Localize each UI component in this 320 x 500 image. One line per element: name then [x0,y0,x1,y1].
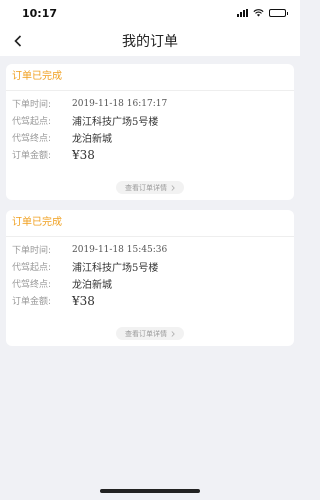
amount-label: 订单金额: [12,151,52,161]
order-time-value: 2019-11-18 16:17:17 [72,98,168,109]
amount-row: 订单金额: ¥38 [12,146,288,163]
order-card[interactable]: 订单已完成 下单时间: 2019-11-18 15:45:36 代驾起点: 浦江… [6,210,294,346]
signal-icon [237,9,248,17]
chevron-left-icon [14,35,22,47]
start-row: 代驾起点: 浦江科技广场5号楼 [12,258,288,275]
order-status: 订单已完成 [6,210,294,237]
order-status: 订单已完成 [6,64,294,91]
start-label: 代驾起点: [12,117,52,127]
chevron-right-icon [171,330,175,337]
view-order-detail-button[interactable]: 查看订单详情 [116,181,184,194]
end-label: 代驾终点: [12,280,52,290]
view-order-detail-label: 查看订单详情 [125,329,167,338]
order-card[interactable]: 订单已完成 下单时间: 2019-11-18 16:17:17 代驾起点: 浦江… [6,64,294,200]
end-label: 代驾终点: [12,134,52,144]
status-icons [237,9,288,17]
view-order-detail-label: 查看订单详情 [125,183,167,192]
start-row: 代驾起点: 浦江科技广场5号楼 [12,112,288,129]
amount-value: ¥38 [72,293,95,308]
wifi-icon [253,9,264,17]
status-bar: 10:17 [0,0,300,26]
amount-label: 订单金额: [12,297,52,307]
order-list: 订单已完成 下单时间: 2019-11-18 16:17:17 代驾起点: 浦江… [0,56,300,346]
end-row: 代驾终点: 龙泊新城 [12,129,288,146]
start-value: 浦江科技广场5号楼 [72,263,159,274]
end-row: 代驾终点: 龙泊新城 [12,275,288,292]
end-value: 龙泊新城 [72,280,112,291]
amount-value: ¥38 [72,147,95,162]
amount-row: 订单金额: ¥38 [12,292,288,309]
order-time-label: 下单时间: [12,246,52,256]
view-order-detail-button[interactable]: 查看订单详情 [116,327,184,340]
order-time-row: 下单时间: 2019-11-18 16:17:17 [12,95,288,112]
end-value: 龙泊新城 [72,134,112,145]
order-time-row: 下单时间: 2019-11-18 15:45:36 [12,241,288,258]
order-time-value: 2019-11-18 15:45:36 [72,244,168,255]
order-details: 下单时间: 2019-11-18 15:45:36 代驾起点: 浦江科技广场5号… [6,237,294,309]
start-label: 代驾起点: [12,263,52,273]
home-indicator[interactable] [100,489,200,493]
status-time: 10:17 [22,6,58,20]
order-time-label: 下单时间: [12,100,52,110]
nav-bar: 我的订单 [0,26,300,56]
start-value: 浦江科技广场5号楼 [72,117,159,128]
chevron-right-icon [171,184,175,191]
page-title: 我的订单 [122,34,178,50]
back-button[interactable] [10,32,26,50]
battery-icon [269,9,288,17]
order-details: 下单时间: 2019-11-18 16:17:17 代驾起点: 浦江科技广场5号… [6,91,294,163]
